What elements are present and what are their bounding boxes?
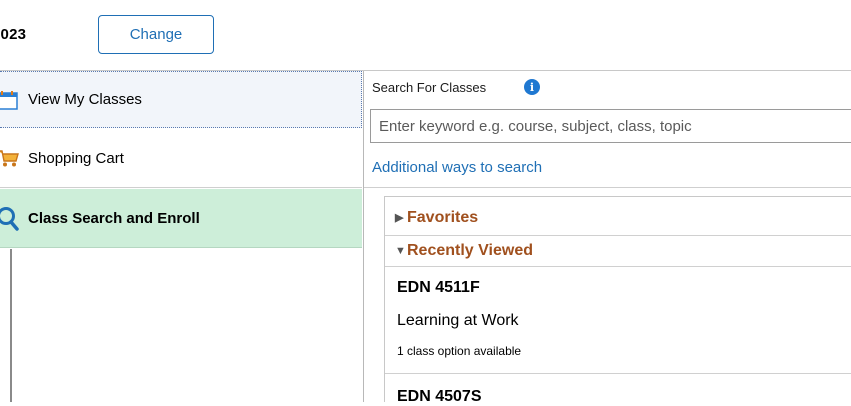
classes-panel: ▶ Favorites ▼ Recently Viewed EDN 4511F … xyxy=(384,196,851,405)
search-icon xyxy=(0,206,20,236)
info-icon[interactable]: i xyxy=(524,79,540,95)
search-label: Search For Classes xyxy=(372,80,487,95)
course-options-count: 1 class option available xyxy=(397,344,522,358)
course-code[interactable]: EDN 4511F xyxy=(397,279,480,297)
course-title: Learning at Work xyxy=(397,312,519,329)
term-label: 2023 xyxy=(0,26,27,43)
favorites-label: Favorites xyxy=(407,208,479,226)
sidebar-item-shopping-cart[interactable]: Shopping Cart xyxy=(0,129,362,188)
recently-viewed-label: Recently Viewed xyxy=(407,241,533,259)
sidebar-item-class-search[interactable]: Class Search and Enroll xyxy=(0,189,362,248)
additional-search-link[interactable]: Additional ways to search xyxy=(372,159,542,176)
main-content: Search For Classes i Additional ways to … xyxy=(364,71,851,405)
search-input[interactable] xyxy=(370,109,851,143)
calendar-icon xyxy=(0,90,18,114)
divider xyxy=(385,373,851,374)
shopping-cart-icon xyxy=(0,148,20,172)
sidebar-item-view-my-classes[interactable]: View My Classes xyxy=(0,71,362,128)
divider xyxy=(10,249,12,402)
divider xyxy=(364,187,851,188)
sidebar-item-label: Shopping Cart xyxy=(28,149,124,167)
sidebar-item-label: View My Classes xyxy=(28,91,142,108)
term-header: 2023 Change xyxy=(0,0,851,71)
sidebar-item-label: Class Search and Enroll xyxy=(28,209,200,227)
recently-viewed-header[interactable]: ▼ Recently Viewed xyxy=(385,235,851,265)
course-code[interactable]: EDN 4507S xyxy=(397,388,482,406)
divider xyxy=(385,266,851,267)
caret-right-icon: ▶ xyxy=(395,212,404,224)
change-term-button[interactable]: Change xyxy=(98,15,214,54)
favorites-header[interactable]: ▶ Favorites xyxy=(385,203,851,232)
sidebar: View My Classes Shopping Cart Class Sear… xyxy=(0,71,364,402)
caret-down-icon: ▼ xyxy=(395,244,406,257)
